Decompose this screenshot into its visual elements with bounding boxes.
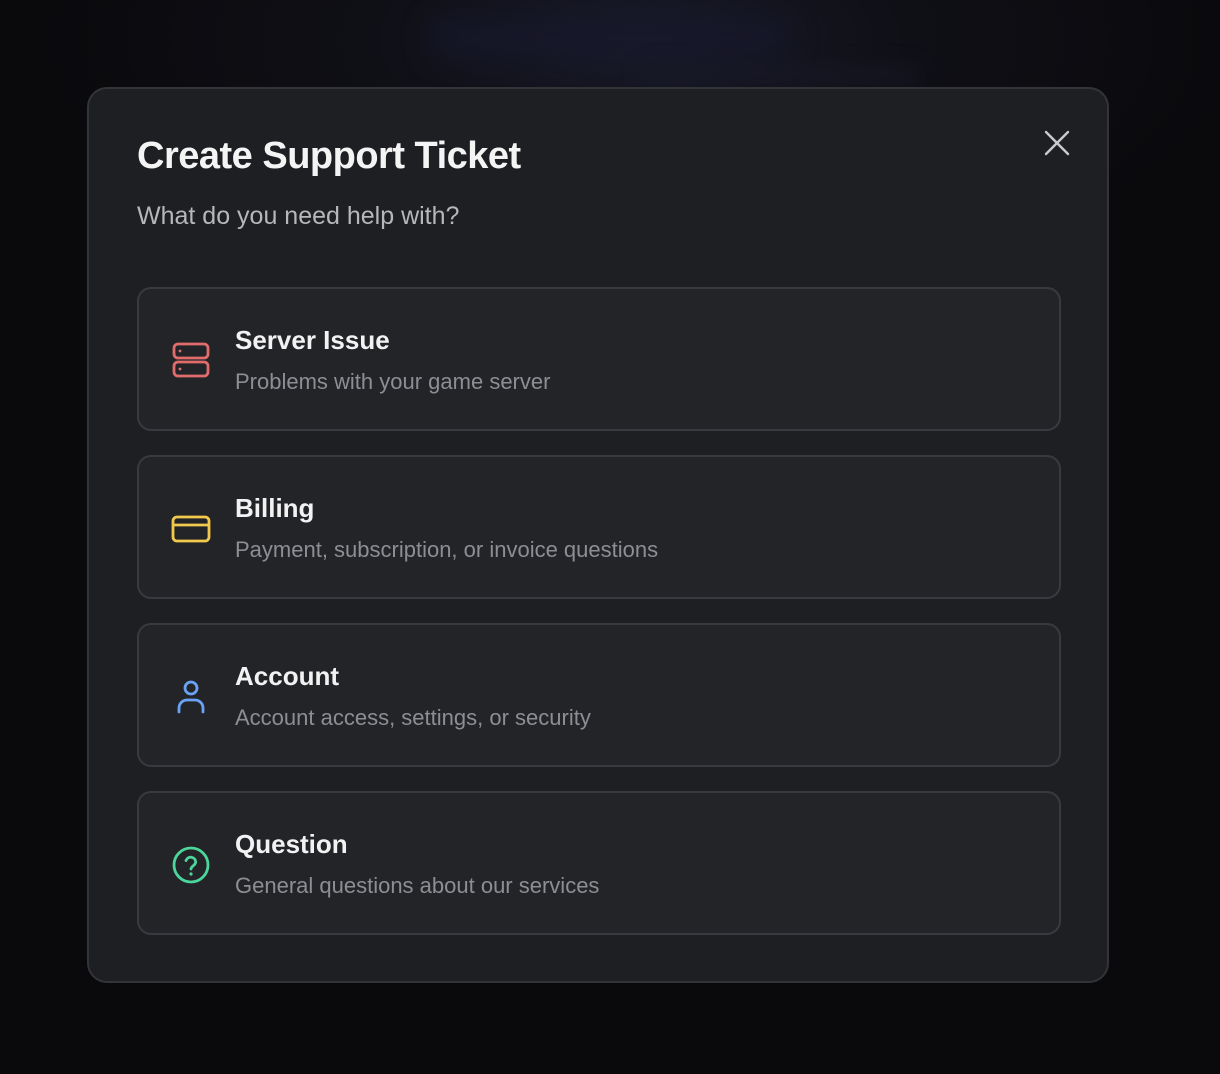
option-description: General questions about our services: [235, 873, 600, 898]
option-question[interactable]: Question General questions about our ser…: [137, 791, 1061, 935]
option-account[interactable]: Account Account access, settings, or sec…: [137, 623, 1061, 767]
blurred-header: [430, 18, 790, 58]
option-description: Account access, settings, or security: [235, 705, 591, 730]
option-title: Billing: [235, 493, 315, 523]
option-title: Account: [235, 661, 339, 691]
credit-card-icon: [169, 507, 213, 551]
modal-title: Create Support Ticket: [137, 135, 521, 177]
option-server-issue[interactable]: Server Issue Problems with your game ser…: [137, 287, 1061, 431]
option-title: Server Issue: [235, 325, 390, 355]
server-icon: [169, 339, 213, 383]
option-description: Payment, subscription, or invoice questi…: [235, 537, 659, 562]
close-icon: [1044, 130, 1070, 156]
option-title: Question: [235, 829, 348, 859]
modal-subtitle: What do you need help with?: [137, 202, 460, 230]
blurred-header-secondary: [640, 66, 920, 84]
close-button[interactable]: [1039, 125, 1075, 161]
create-ticket-modal: Create Support Ticket What do you need h…: [87, 87, 1109, 983]
option-billing[interactable]: Billing Payment, subscription, or invoic…: [137, 455, 1061, 599]
ticket-type-list: Server Issue Problems with your game ser…: [137, 287, 1061, 959]
help-circle-icon: [169, 843, 213, 887]
option-description: Problems with your game server: [235, 369, 551, 394]
user-icon: [169, 675, 213, 719]
